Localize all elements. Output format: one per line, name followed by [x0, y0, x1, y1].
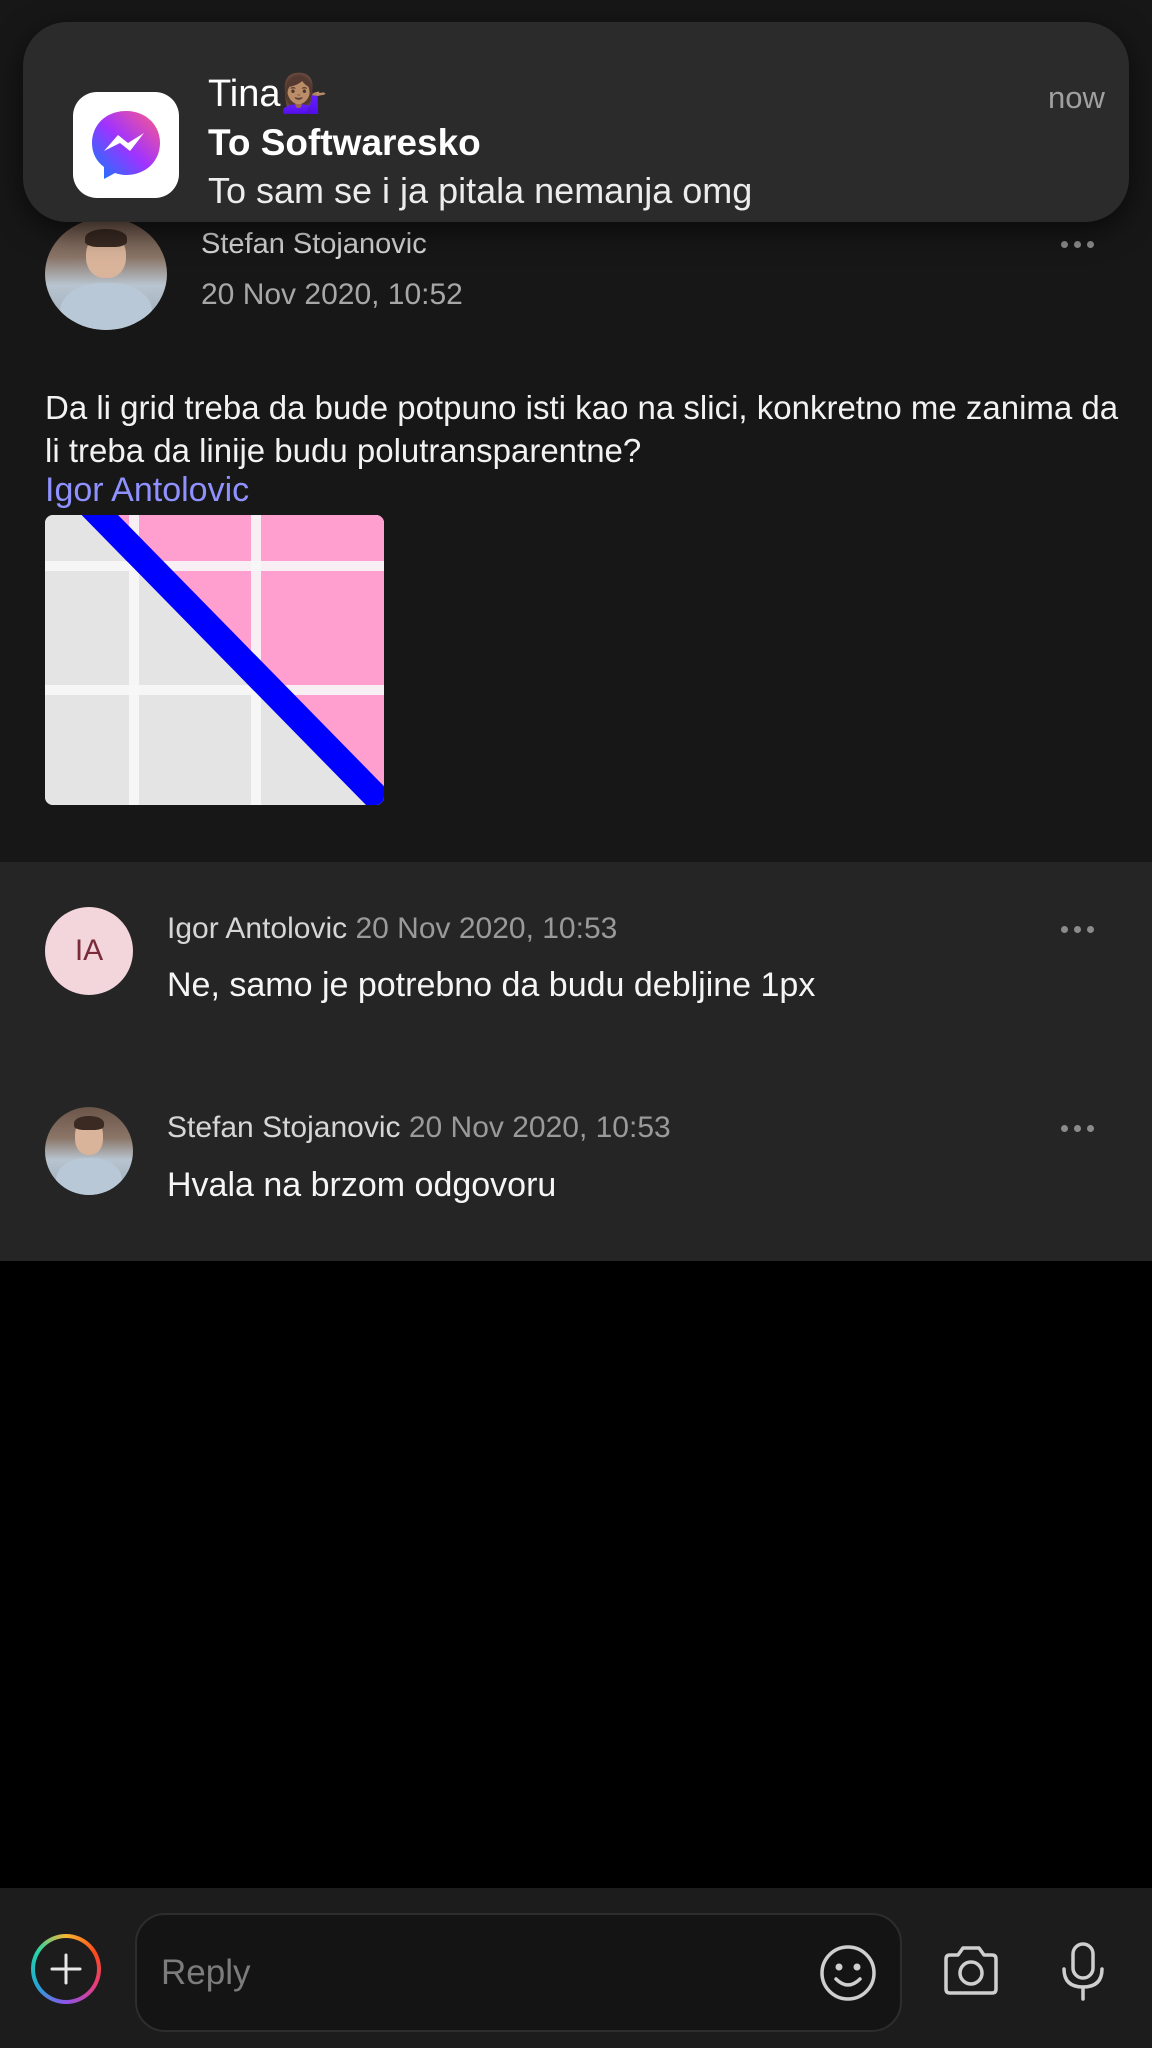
comment-author-name[interactable]: Igor Antolovic [167, 912, 347, 945]
emoji-icon[interactable] [818, 1943, 878, 2008]
user-mention-link[interactable]: Igor Antolovic [45, 471, 249, 510]
microphone-icon[interactable] [1058, 1941, 1108, 2008]
notification-body: To sam se i ja pitala nemanja omg [208, 170, 753, 211]
comment-text: Ne, samo je potrebno da budu debljine 1p… [167, 966, 816, 1004]
post-body-text: Da li grid treba da bude potpuno isti ka… [45, 389, 1119, 469]
image-attachment[interactable] [45, 515, 384, 805]
post-author-name[interactable]: Stefan Stojanovic [201, 228, 427, 261]
post-timestamp: 20 Nov 2020, 10:52 [201, 278, 463, 311]
reply-input[interactable] [135, 1913, 902, 2032]
comment-timestamp: 20 Nov 2020, 10:53 [355, 912, 618, 945]
add-icon [35, 1938, 97, 2000]
add-attachment-button[interactable] [31, 1934, 101, 2004]
comment-more-options-icon[interactable] [1061, 1125, 1094, 1132]
comment-meta: Igor Antolovic 20 Nov 2020, 10:53 [167, 912, 617, 946]
camera-icon[interactable] [940, 1943, 1002, 2004]
notification-sender: Tina💁🏽‍♀️ [208, 73, 328, 115]
author-avatar[interactable] [45, 218, 167, 330]
comment-more-options-icon[interactable] [1061, 926, 1094, 933]
comment-avatar-initials[interactable]: IA [45, 907, 133, 995]
thread-screen: Stefan Stojanovic 20 Nov 2020, 10:52 Da … [0, 0, 1152, 2048]
notification-title: To Softwaresko [208, 122, 481, 163]
comment-avatar-photo[interactable] [45, 1107, 133, 1195]
comment-text: Hvala na brzom odgovoru [167, 1166, 557, 1204]
notification-time: now [1048, 80, 1105, 115]
comment-meta: Stefan Stojanovic 20 Nov 2020, 10:53 [167, 1111, 671, 1145]
post-more-options-icon[interactable] [1061, 241, 1094, 248]
comment-author-name[interactable]: Stefan Stojanovic [167, 1111, 400, 1144]
grid-image-icon [45, 515, 384, 805]
messenger-icon [73, 92, 179, 198]
push-notification-banner[interactable]: Tina💁🏽‍♀️ To Softwaresko To sam se i ja … [23, 22, 1129, 222]
comment-timestamp: 20 Nov 2020, 10:53 [408, 1111, 671, 1144]
